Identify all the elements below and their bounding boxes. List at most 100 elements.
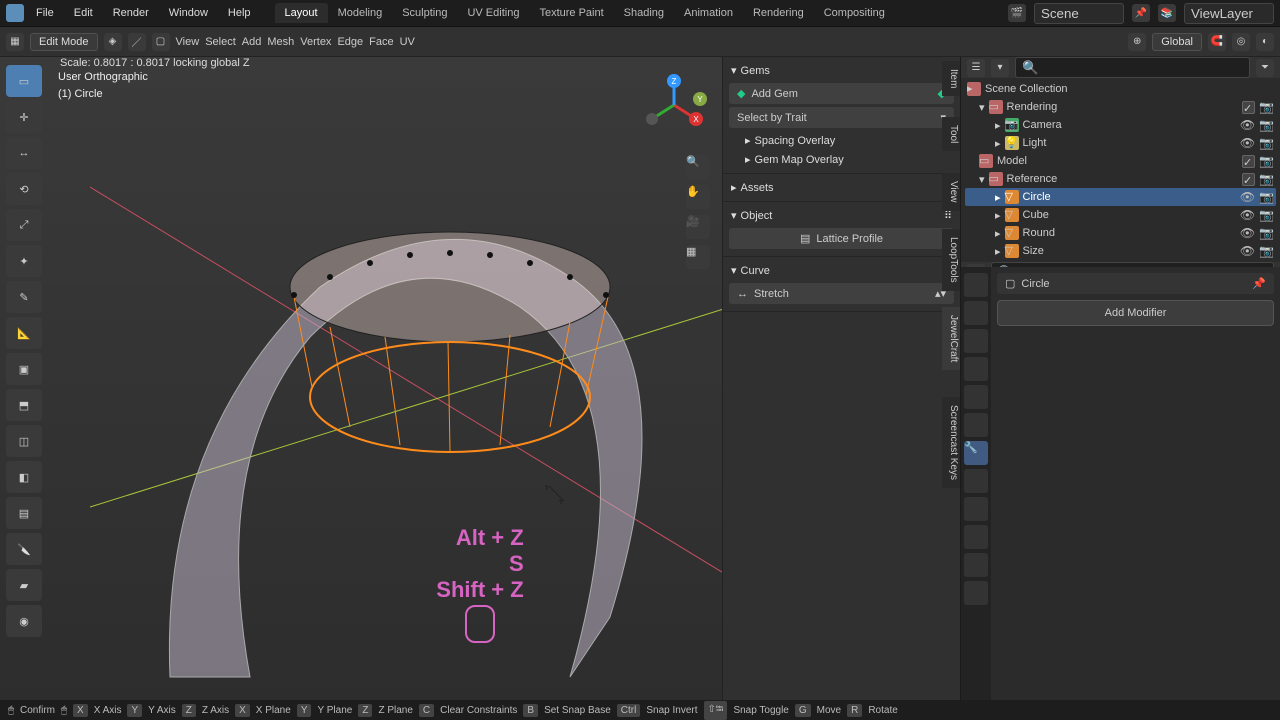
filter-icon[interactable]: ⏷ <box>1256 59 1274 77</box>
tab-rendering[interactable]: Rendering <box>743 3 814 23</box>
render-icon[interactable]: 📷 <box>1259 100 1274 114</box>
cursor-tool[interactable]: ✛ <box>6 101 42 133</box>
panel-gems-head[interactable]: ▾ Gems⠿ <box>729 61 954 80</box>
menu-window[interactable]: Window <box>161 4 216 22</box>
object-breadcrumb[interactable]: ▢ Circle📌 <box>997 273 1274 294</box>
viewlayer-icon[interactable]: 📚 <box>1158 4 1176 22</box>
lattice-profile-button[interactable]: ▤Lattice Profile <box>729 228 954 249</box>
measure-tool[interactable]: 📐 <box>6 317 42 349</box>
tree-round[interactable]: ▸▽Round👁📷 <box>965 224 1276 242</box>
tree-scene-collection[interactable]: ▸Scene Collection <box>965 80 1276 98</box>
exclude-checkbox[interactable]: ✓ <box>1242 101 1255 114</box>
select-box-tool[interactable]: ▭ <box>6 65 42 97</box>
panel-curve-head[interactable]: ▾ Curve <box>729 261 954 280</box>
props-tab-render[interactable] <box>964 273 988 297</box>
hdr-select[interactable]: Select <box>205 36 236 48</box>
ortho-icon[interactable]: ▦ <box>686 245 710 269</box>
blender-logo-icon[interactable] <box>6 4 24 22</box>
tree-light[interactable]: ▸💡Light👁📷 <box>965 134 1276 152</box>
viewport-shading-icon[interactable]: ◐ <box>1256 33 1274 51</box>
props-tab-viewlayer[interactable] <box>964 329 988 353</box>
props-tab-output[interactable] <box>964 301 988 325</box>
add-gem-button[interactable]: ◆Add Gem◆ <box>729 83 954 104</box>
menu-file[interactable]: File <box>28 4 62 22</box>
panel-assets-head[interactable]: ▸ Assets⠿ <box>729 178 954 197</box>
props-tab-object[interactable] <box>964 413 988 437</box>
hdr-edge[interactable]: Edge <box>337 36 363 48</box>
move-tool[interactable]: ↔ <box>6 137 42 169</box>
eye-icon[interactable]: 👁 <box>1240 118 1255 132</box>
spin-tool[interactable]: ◉ <box>6 605 42 637</box>
props-tab-world[interactable] <box>964 385 988 409</box>
tab-animation[interactable]: Animation <box>674 3 743 23</box>
tab-texture-paint[interactable]: Texture Paint <box>529 3 613 23</box>
scene-name-input[interactable] <box>1034 3 1124 24</box>
props-tab-material[interactable] <box>964 581 988 605</box>
transform-tool[interactable]: ✦ <box>6 245 42 277</box>
tree-cube[interactable]: ▸▽Cube👁📷 <box>965 206 1276 224</box>
scale-tool[interactable]: ⤢ <box>6 209 42 241</box>
3d-viewport[interactable]: Scale: 0.8017 : 0.8017 locking global Z … <box>0 57 960 703</box>
hdr-mesh[interactable]: Mesh <box>267 36 294 48</box>
tab-sculpting[interactable]: Sculpting <box>392 3 457 23</box>
pin-icon[interactable]: 📌 <box>1132 4 1150 22</box>
outliner-search-input[interactable] <box>1015 57 1250 78</box>
tab-compositing[interactable]: Compositing <box>814 3 895 23</box>
tree-collection-rendering[interactable]: ▾▭Rendering✓📷 <box>965 98 1276 116</box>
menu-render[interactable]: Render <box>105 4 157 22</box>
tab-layout[interactable]: Layout <box>275 3 328 23</box>
props-tab-mesh[interactable] <box>964 553 988 577</box>
camera-view-icon[interactable]: 🎥 <box>686 215 710 239</box>
pan-icon[interactable]: ✋ <box>686 185 710 209</box>
npanel-tab-view[interactable]: View <box>942 173 960 211</box>
orientation-icon[interactable]: ⊕ <box>1128 33 1146 51</box>
extrude-tool[interactable]: ⬒ <box>6 389 42 421</box>
annotate-tool[interactable]: ✎ <box>6 281 42 313</box>
props-tab-particles[interactable] <box>964 469 988 493</box>
spacing-overlay-toggle[interactable]: ▸ Spacing Overlay <box>729 131 954 150</box>
tree-collection-reference[interactable]: ▾▭Reference✓📷 <box>965 170 1276 188</box>
snap-icon[interactable]: 🧲 <box>1208 33 1226 51</box>
rotate-tool[interactable]: ⟲ <box>6 173 42 205</box>
tree-circle[interactable]: ▸▽Circle👁📷 <box>965 188 1276 206</box>
tab-uv-editing[interactable]: UV Editing <box>457 3 529 23</box>
npanel-tab-screencast[interactable]: Screencast Keys <box>942 397 960 488</box>
npanel-tab-tool[interactable]: Tool <box>942 117 960 151</box>
tree-collection-model[interactable]: ▭Model✓📷 <box>965 152 1276 170</box>
select-by-trait-dropdown[interactable]: Select by Trait▾ <box>729 107 954 128</box>
menu-help[interactable]: Help <box>220 4 259 22</box>
props-tab-scene[interactable] <box>964 357 988 381</box>
hdr-face[interactable]: Face <box>369 36 393 48</box>
vertex-select-icon[interactable]: ◈ <box>104 33 122 51</box>
proportional-edit-icon[interactable]: ◎ <box>1232 33 1250 51</box>
mode-selector[interactable]: Edit Mode <box>30 33 98 51</box>
scene-icon[interactable]: 🎬 <box>1008 4 1026 22</box>
pin-icon[interactable]: 📌 <box>1252 277 1266 290</box>
menu-edit[interactable]: Edit <box>66 4 101 22</box>
npanel-tab-looptools[interactable]: LoopTools <box>942 229 960 291</box>
tree-camera[interactable]: ▸📷Camera👁📷 <box>965 116 1276 134</box>
face-select-icon[interactable]: ▢ <box>152 33 170 51</box>
props-tab-physics[interactable] <box>964 497 988 521</box>
viewlayer-input[interactable] <box>1184 3 1274 24</box>
outliner-editor-icon[interactable]: ☰ <box>967 59 985 77</box>
npanel-tab-item[interactable]: Item <box>942 61 960 96</box>
poly-build-tool[interactable]: ▰ <box>6 569 42 601</box>
tab-shading[interactable]: Shading <box>614 3 674 23</box>
npanel-tab-jewelcraft[interactable]: JewelCraft <box>942 307 960 370</box>
tab-modeling[interactable]: Modeling <box>328 3 393 23</box>
gem-map-overlay-toggle[interactable]: ▸ Gem Map Overlay <box>729 150 954 169</box>
add-modifier-button[interactable]: Add Modifier <box>997 300 1274 326</box>
inset-tool[interactable]: ◫ <box>6 425 42 457</box>
hdr-view[interactable]: View <box>176 36 200 48</box>
props-tab-constraints[interactable] <box>964 525 988 549</box>
add-cube-tool[interactable]: ▣ <box>6 353 42 385</box>
knife-tool[interactable]: 🔪 <box>6 533 42 565</box>
stretch-button[interactable]: ↔Stretch▴▾ <box>729 283 954 304</box>
props-tab-modifiers[interactable]: 🔧 <box>964 441 988 465</box>
display-mode-icon[interactable]: ▾ <box>991 59 1009 77</box>
bevel-tool[interactable]: ◧ <box>6 461 42 493</box>
navigation-gizmo[interactable]: X Y Z <box>638 69 710 141</box>
edge-select-icon[interactable]: ／ <box>128 33 146 51</box>
panel-object-head[interactable]: ▾ Object⠿ <box>729 206 954 225</box>
